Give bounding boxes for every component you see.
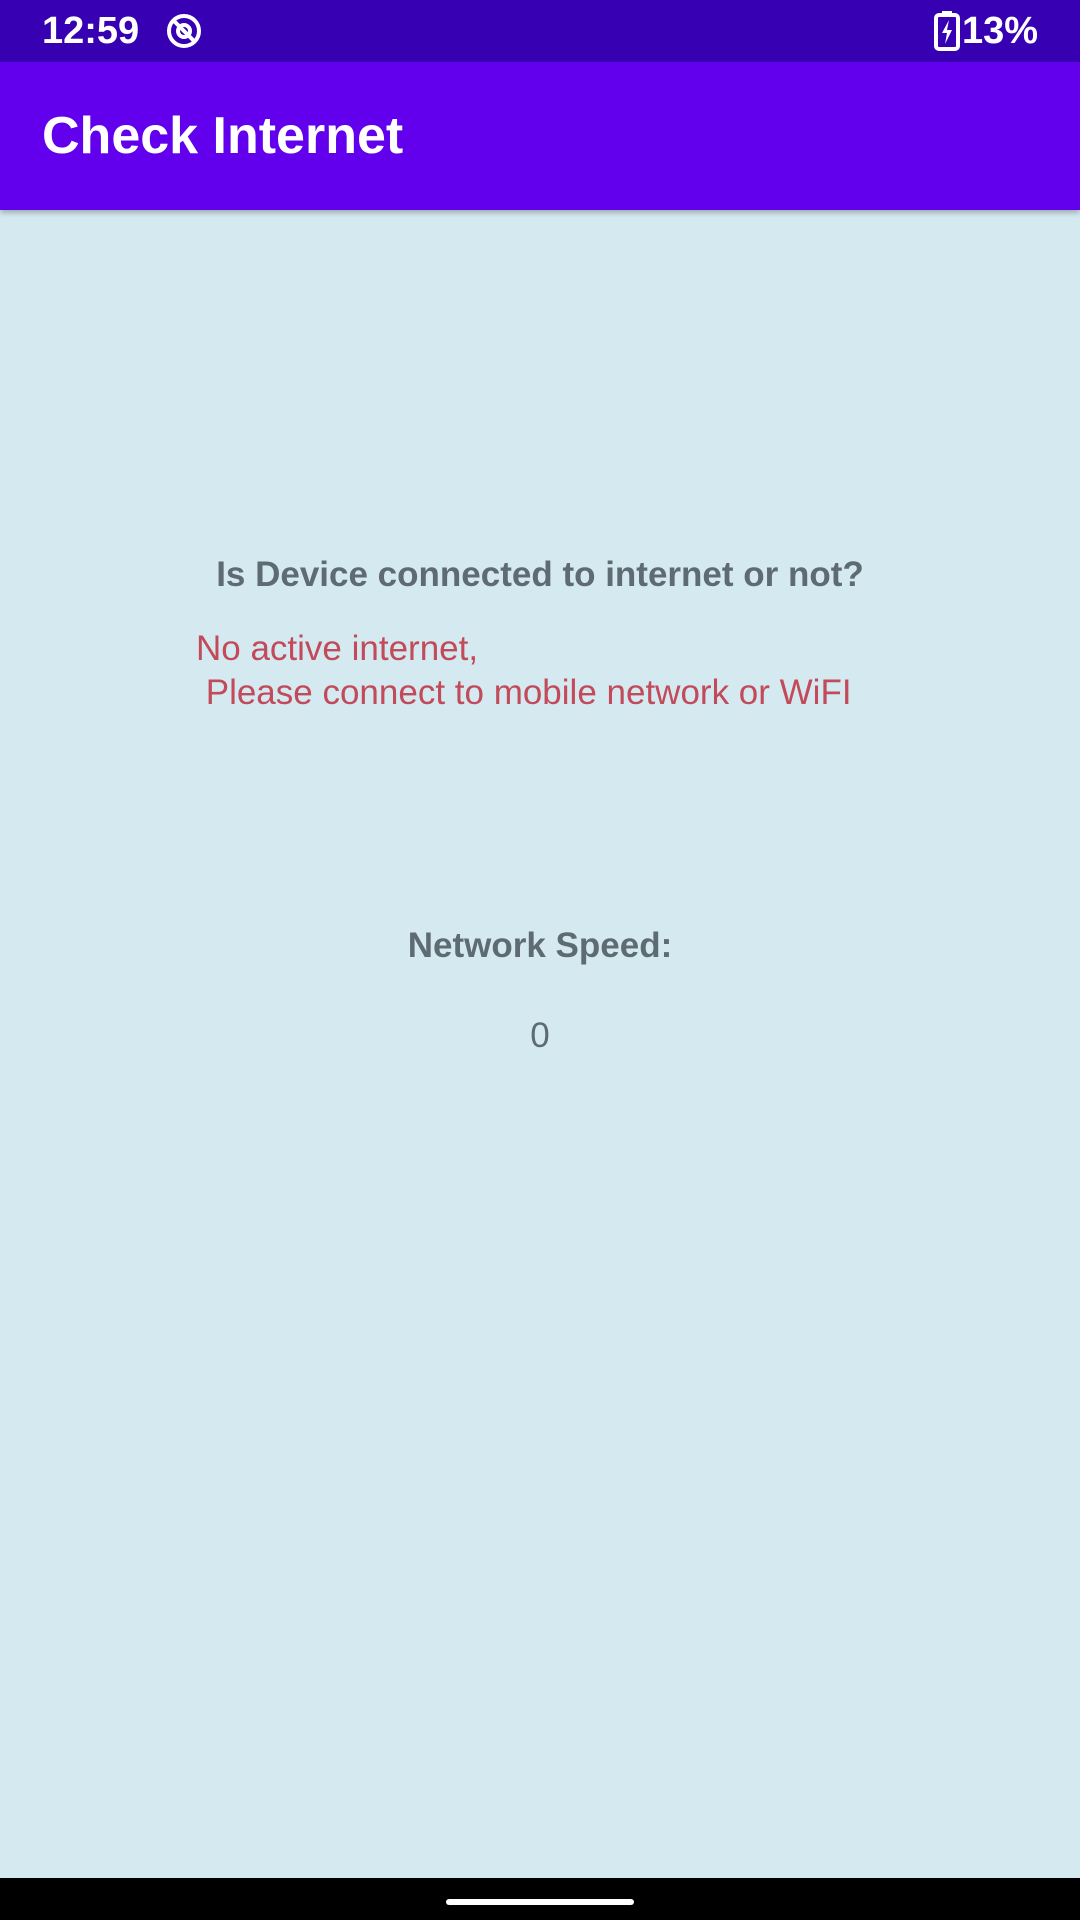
navigation-bar: [0, 1878, 1080, 1920]
app-title: Check Internet: [42, 107, 404, 165]
battery-charging-icon: [934, 11, 960, 51]
status-bar: 12:59 13%: [0, 0, 1080, 62]
screen: 12:59 13% Check Internet Is Device conne…: [0, 0, 1080, 1920]
network-speed-value: 0: [530, 1016, 550, 1055]
app-bar: Check Internet: [0, 62, 1080, 210]
network-speed-label: Network Speed:: [407, 926, 673, 965]
at-sign-icon: [167, 14, 201, 48]
status-time: 12:59: [42, 10, 140, 52]
connection-question: Is Device connected to internet or not?: [216, 555, 864, 594]
home-gesture-handle[interactable]: [446, 1899, 634, 1905]
connection-status-message: No active internet, Please connect to mo…: [196, 629, 852, 712]
battery-percent: 13%: [961, 10, 1038, 52]
